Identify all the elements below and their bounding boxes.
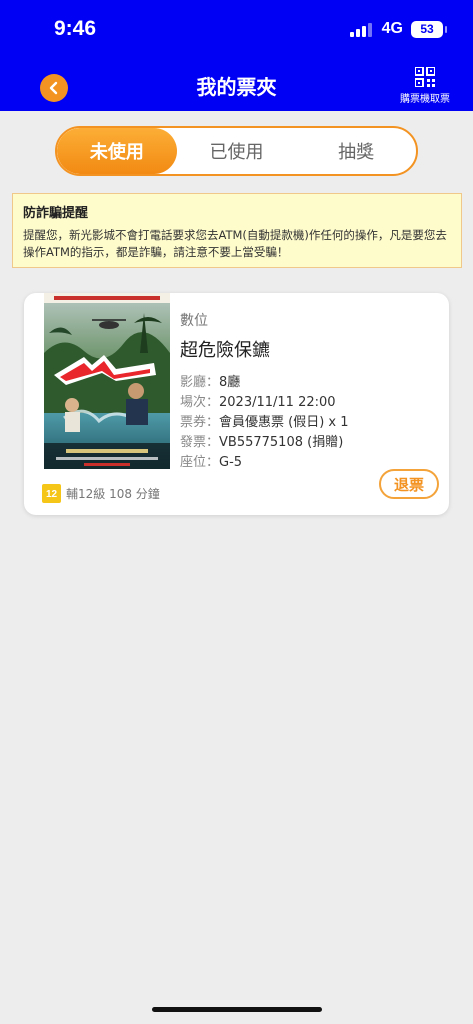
movie-title: 超危險保鑣 <box>180 340 270 361</box>
battery-icon: 53 <box>411 20 447 38</box>
movie-format: 數位 <box>180 313 208 329</box>
rating-info: 12 輔12級 108 分鐘 <box>42 484 160 503</box>
tab-unused[interactable]: 未使用 <box>57 128 177 174</box>
info-key: 發票： <box>180 435 220 450</box>
ticket-card[interactable]: 數位 超危險保鑣 影廳：8廳 場次：2023/11/11 22:00 票券：會員… <box>24 293 449 515</box>
info-seat: 座位：G-5 <box>180 451 242 470</box>
qr-label: 購票機取票 <box>400 94 450 105</box>
info-key: 場次： <box>180 395 220 410</box>
ticket-tabs: 未使用 已使用 抽獎 <box>55 126 418 176</box>
info-value: 2023/11/11 22:00 <box>219 395 336 410</box>
info-key: 票券： <box>180 415 220 430</box>
home-indicator <box>152 1007 322 1012</box>
notice-body: 提醒您，新光影城不會打電話要求您去ATM(自動提款機)作任何的操作，凡是要您去操… <box>23 228 447 259</box>
info-invoice: 發票：VB55775108 (捐贈) <box>180 431 343 450</box>
movie-poster <box>44 293 170 469</box>
info-value: 8廳 <box>219 375 241 390</box>
rating-12-icon: 12 <box>42 484 61 503</box>
status-indicators: 4G 53 <box>349 20 447 38</box>
info-value: 會員優惠票 (假日) x 1 <box>219 415 349 430</box>
svg-text:12: 12 <box>46 489 58 500</box>
notice-title: 防詐騙提醒 <box>23 206 89 221</box>
app-header: 9:46 4G 53 我的票夾 購票機取票 <box>0 0 473 111</box>
info-value: VB55775108 (捐贈) <box>219 435 344 450</box>
signal-icon <box>349 21 374 37</box>
rating-text: 輔12級 108 分鐘 <box>66 487 160 501</box>
info-hall: 影廳：8廳 <box>180 371 240 390</box>
network-label: 4G <box>381 20 403 37</box>
info-ticket-type: 票券：會員優惠票 (假日) x 1 <box>180 411 349 430</box>
fraud-notice: 防詐騙提醒 提醒您，新光影城不會打電話要求您去ATM(自動提款機)作任何的操作，… <box>12 193 462 268</box>
tab-used[interactable]: 已使用 <box>177 128 297 174</box>
poster-image <box>44 293 170 469</box>
status-time: 9:46 <box>54 17 97 40</box>
refund-button[interactable]: 退票 <box>379 469 439 499</box>
ticket-machine-button[interactable]: 購票機取票 <box>399 67 451 105</box>
info-key: 影廳： <box>180 375 220 390</box>
tab-lottery[interactable]: 抽獎 <box>296 128 416 174</box>
info-key: 座位： <box>180 455 220 470</box>
qr-code-icon <box>415 67 435 87</box>
info-value: G-5 <box>219 455 243 470</box>
info-showtime: 場次：2023/11/11 22:00 <box>180 391 336 410</box>
